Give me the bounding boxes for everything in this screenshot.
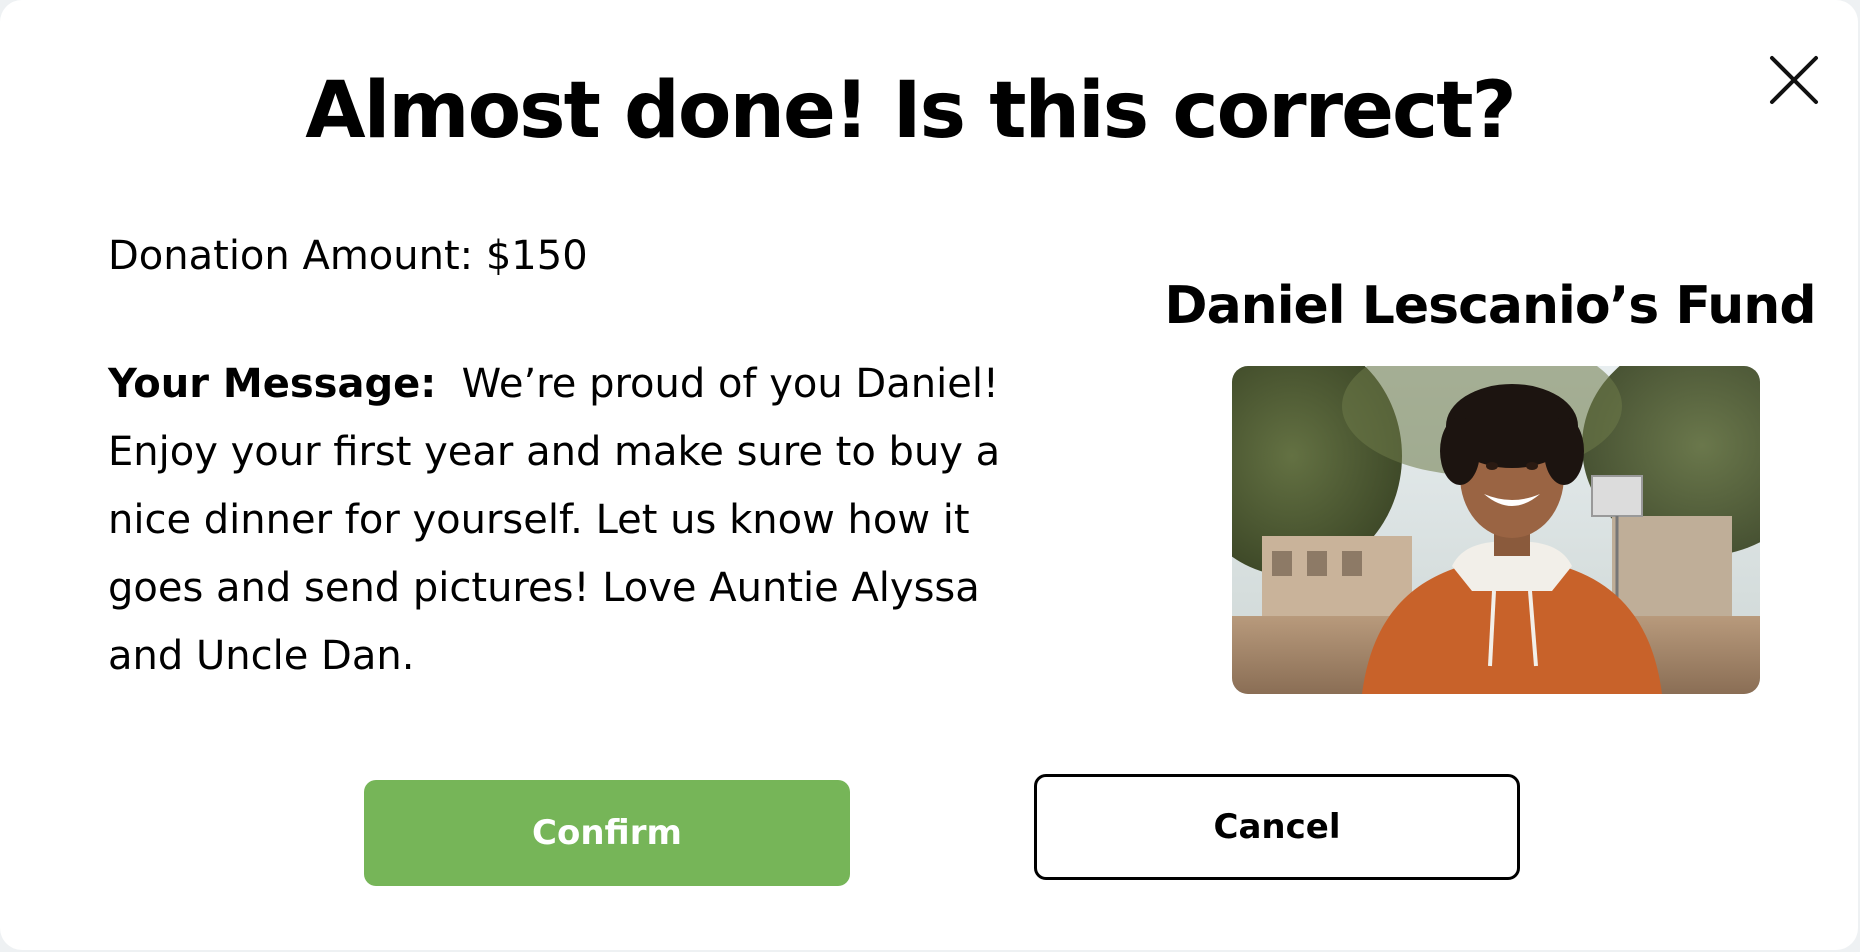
close-icon (1770, 56, 1818, 104)
donation-amount: Donation Amount: $150 (108, 232, 588, 280)
fund-name: Daniel Lescanio’s Fund (1164, 276, 1816, 336)
close-button[interactable] (1766, 52, 1822, 108)
fund-photo (1232, 366, 1760, 694)
your-message-text: We’re proud of you Daniel! Enjoy your fi… (108, 361, 1001, 679)
your-message: Your Message: We’re proud of you Daniel!… (108, 350, 1008, 690)
your-message-label: Your Message: (108, 361, 437, 407)
dialog-title: Almost done! Is this correct? (305, 66, 1517, 156)
confirm-button[interactable]: Confirm (364, 780, 850, 886)
donation-amount-value: $150 (485, 233, 588, 279)
cancel-button[interactable]: Cancel (1034, 774, 1520, 880)
donation-amount-label: Donation Amount: (108, 233, 474, 279)
fund-photo-image (1232, 366, 1760, 694)
confirmation-dialog: Almost done! Is this correct? Donation A… (0, 0, 1858, 950)
